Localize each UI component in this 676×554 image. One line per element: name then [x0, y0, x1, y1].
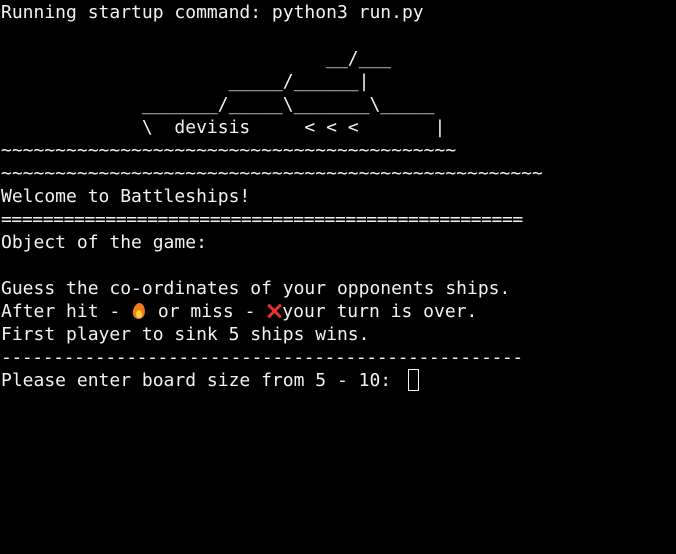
rules-line-2-prefix: After hit - [1, 301, 132, 322]
fire-icon [131, 302, 147, 320]
ship-art-line-1: __/___ [1, 48, 392, 69]
dash-separator: ----------------------------------------… [1, 347, 523, 368]
rules-line-2-middle: or miss - [147, 301, 267, 322]
rules-line-2-suffix: your turn is over. [282, 301, 478, 322]
board-size-prompt: Please enter board size from 5 - 10: [1, 370, 402, 391]
ship-art-line-4: \ devisis < < < | [1, 117, 446, 138]
welcome-title: Welcome to Battleships! [1, 186, 251, 207]
terminal-input-cursor[interactable] [408, 369, 419, 391]
object-heading: Object of the game: [1, 232, 207, 253]
rules-line-1: Guess the co-ordinates of your opponents… [1, 278, 511, 299]
ship-art-line-3: _______/_____\_______\_____ [1, 94, 435, 115]
waves-line-1: ~~~~~~~~~~~~~~~~~~~~~~~~~~~~~~~~~~~~~~~~… [1, 140, 457, 161]
rules-line-2: After hit - or miss - your turn is over. [1, 300, 477, 323]
ship-art-line-2: _____/______| [1, 71, 370, 92]
rules-line-3: First player to sink 5 ships wins. [1, 324, 370, 345]
startup-command-line: Running startup command: python3 run.py [1, 2, 424, 23]
terminal-window[interactable]: Running startup command: python3 run.py … [0, 0, 676, 554]
equals-separator: ========================================… [1, 209, 523, 230]
cross-icon [266, 302, 282, 320]
waves-line-2: ~~~~~~~~~~~~~~~~~~~~~~~~~~~~~~~~~~~~~~~~… [1, 163, 543, 184]
